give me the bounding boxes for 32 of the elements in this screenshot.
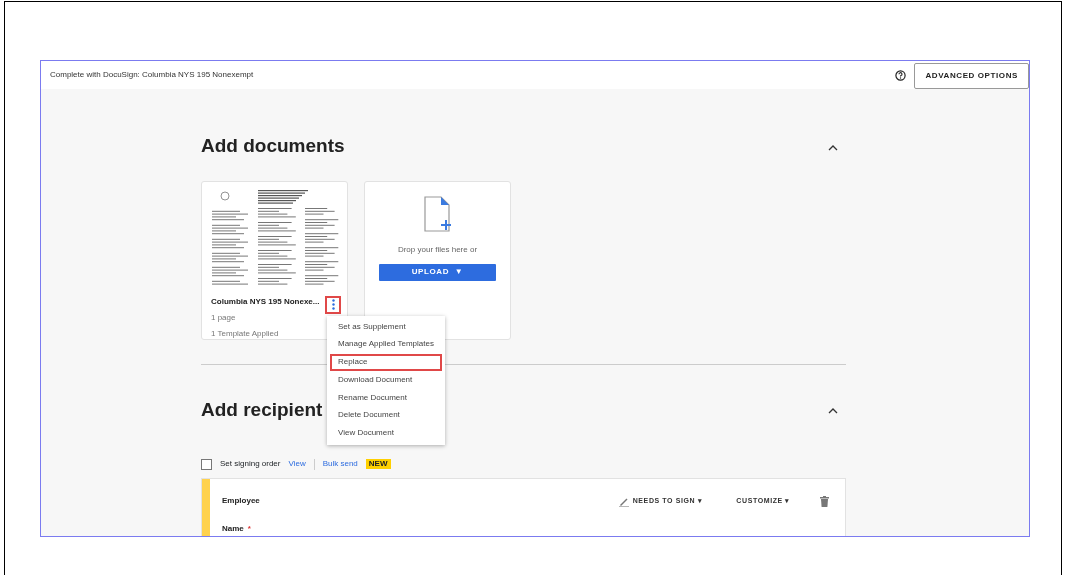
required-mark: * — [247, 523, 251, 535]
checkbox[interactable] — [201, 458, 212, 470]
add-file-icon — [423, 195, 452, 232]
recipient-role: Employee — [222, 495, 261, 507]
menu-item[interactable]: Set as Supplement — [330, 318, 442, 336]
view-link[interactable]: View — [288, 458, 306, 470]
field-label: Name — [222, 523, 244, 535]
page-count: 1 page — [211, 311, 237, 324]
menu-item[interactable]: Replace — [330, 354, 442, 371]
more-icon — [331, 299, 335, 310]
upload-button[interactable]: UPLOAD ▼ — [379, 263, 496, 281]
menu-item[interactable]: Manage Applied Templates — [330, 336, 442, 354]
menu-item[interactable]: Delete Document — [330, 407, 442, 425]
template-count: 1 Template Applied — [211, 327, 280, 340]
delete-icon[interactable] — [820, 496, 829, 508]
document-name: Columbia NYS 195 Nonexe... — [211, 295, 320, 308]
section-heading: Add documents — [201, 134, 345, 158]
new-badge: NEW — [365, 458, 391, 470]
bulk-send-link[interactable]: Bulk send — [322, 458, 358, 470]
collapse-icon[interactable] — [828, 407, 838, 414]
help-icon[interactable] — [895, 70, 907, 82]
menu-item[interactable]: Rename Document — [330, 389, 442, 407]
menu-item[interactable]: Download Document — [330, 371, 442, 389]
window-title: Complete with DocuSign: Columbia NYS 195 Nonexempt — [50, 69, 255, 81]
more-options-button[interactable] — [325, 295, 341, 314]
upload-prompt: Drop your files here or — [397, 243, 478, 256]
advanced-options-button[interactable]: ADVANCED OPTIONS — [914, 63, 1029, 89]
pen-icon — [618, 496, 629, 507]
menu-item[interactable]: View Document — [330, 425, 442, 443]
section-heading: Add recipient — [201, 397, 323, 422]
checkbox-label: Set signing order — [220, 458, 281, 470]
collapse-icon[interactable] — [828, 143, 838, 151]
